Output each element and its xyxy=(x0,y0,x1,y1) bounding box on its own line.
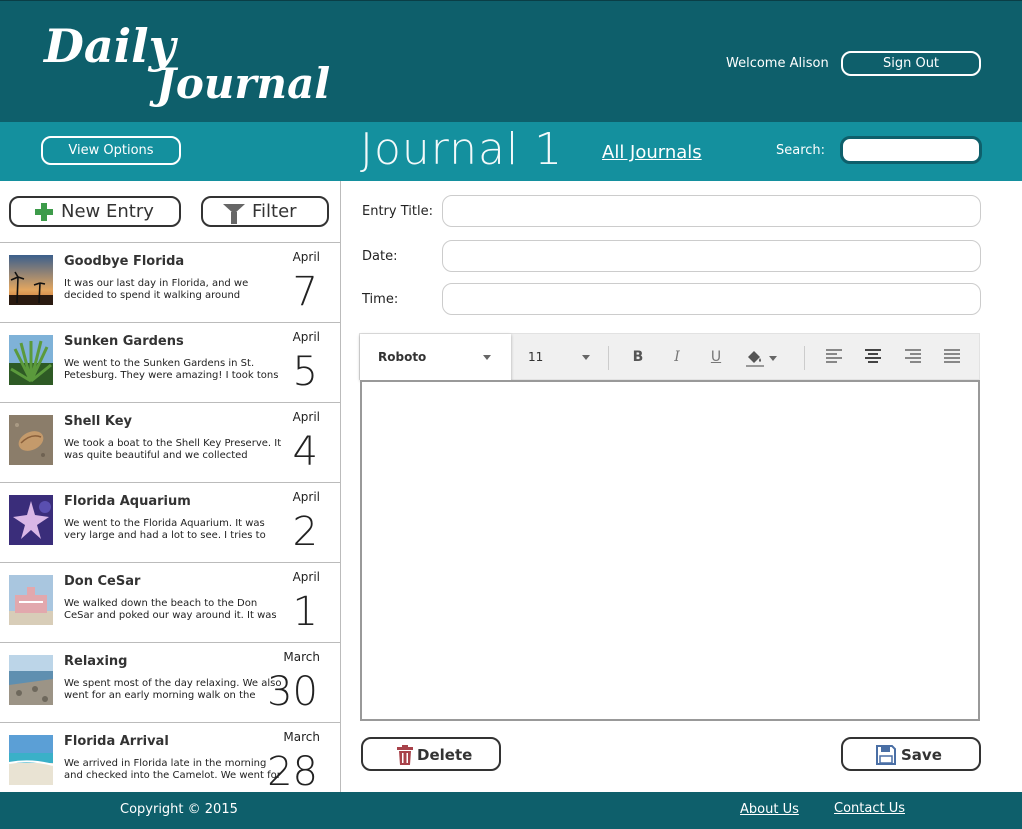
entry-item[interactable]: Sunken Gardens We went to the Sunken Gar… xyxy=(0,322,340,402)
entry-title: Sunken Gardens xyxy=(64,334,184,349)
entry-thumbnail xyxy=(9,255,53,305)
trash-icon xyxy=(397,745,413,765)
entry-month: April xyxy=(292,570,320,584)
entry-item[interactable]: Shell Key We took a boat to the Shell Ke… xyxy=(0,402,340,482)
filter-button[interactable]: Filter xyxy=(201,196,329,227)
save-label: Save xyxy=(901,746,942,764)
entry-item[interactable]: Goodbye Florida It was our last day in F… xyxy=(0,242,340,322)
all-journals-link[interactable]: All Journals xyxy=(602,142,702,163)
font-family-value: Roboto xyxy=(378,350,427,364)
entry-editor-panel: Entry Title: Date: Time: Roboto 11 B I U… xyxy=(342,181,1022,792)
chevron-down-icon xyxy=(582,355,590,360)
about-us-link[interactable]: About Us xyxy=(740,802,799,817)
bold-button[interactable]: B xyxy=(628,348,648,368)
entry-title: Florida Arrival xyxy=(64,734,169,749)
entry-month: April xyxy=(292,410,320,424)
formatting-toolbar: Roboto 11 B I U xyxy=(359,333,980,380)
save-disk-icon xyxy=(876,745,896,765)
entry-month: March xyxy=(283,650,320,664)
entry-title-label: Entry Title: xyxy=(362,204,433,219)
font-family-select[interactable]: Roboto xyxy=(360,334,511,380)
entry-preview: We walked down the beach to the Don CeSa… xyxy=(64,598,277,621)
entry-title: Florida Aquarium xyxy=(64,494,191,509)
entry-item[interactable]: Relaxing We spent most of the day relaxi… xyxy=(0,642,340,722)
view-options-button[interactable]: View Options xyxy=(41,136,181,165)
entry-thumbnail xyxy=(9,575,53,625)
entry-day: 2 xyxy=(292,509,318,555)
entry-title-input[interactable] xyxy=(442,195,981,227)
copyright-text: Copyright © 2015 xyxy=(120,802,238,817)
entry-month: March xyxy=(283,730,320,744)
entry-thumbnail xyxy=(9,735,53,785)
entry-day: 7 xyxy=(292,269,318,315)
app-logo: Daily Journal xyxy=(44,23,330,105)
new-entry-button[interactable]: New Entry xyxy=(9,196,181,227)
toolbar-divider xyxy=(804,346,805,370)
fill-color-button[interactable] xyxy=(745,348,779,368)
entry-preview: It was our last day in Florida, and we d… xyxy=(64,278,249,301)
toolbar-divider xyxy=(608,346,609,370)
entry-day: 28 xyxy=(267,749,318,792)
align-justify-icon[interactable] xyxy=(944,349,960,363)
entry-preview: We took a boat to the Shell Key Preserve… xyxy=(64,438,282,461)
time-input[interactable] xyxy=(442,283,981,315)
entry-month: April xyxy=(292,250,320,264)
app-header: Daily Journal Welcome Alison Sign Out xyxy=(0,0,1022,122)
plus-icon xyxy=(35,203,53,221)
entry-preview: We went to the Florida Aquarium. It was … xyxy=(64,518,266,541)
funnel-icon xyxy=(223,204,245,224)
paint-bucket-icon xyxy=(746,351,777,367)
date-label: Date: xyxy=(362,249,398,264)
chevron-down-icon xyxy=(483,355,491,360)
entry-item[interactable]: Florida Aquarium We went to the Florida … xyxy=(0,482,340,562)
app-footer: Copyright © 2015 About Us Contact Us xyxy=(0,792,1022,829)
save-button[interactable]: Save xyxy=(841,737,981,771)
align-right-icon[interactable] xyxy=(905,349,921,363)
journal-title: Journal 1 xyxy=(360,124,564,175)
delete-label: Delete xyxy=(417,746,473,764)
entry-title: Shell Key xyxy=(64,414,133,429)
entry-item[interactable]: Don CeSar We walked down the beach to th… xyxy=(0,562,340,642)
entry-list: Goodbye Florida It was our last day in F… xyxy=(0,242,340,792)
date-input[interactable] xyxy=(442,240,981,272)
welcome-text: Welcome Alison xyxy=(726,56,829,71)
font-size-value: 11 xyxy=(528,350,544,364)
entry-thumbnail xyxy=(9,415,53,465)
journal-bar: View Options Journal 1 All Journals Sear… xyxy=(0,122,1022,181)
entry-day: 5 xyxy=(292,349,318,395)
align-left-icon[interactable] xyxy=(826,349,842,363)
entry-day: 1 xyxy=(292,589,318,635)
entry-body-editor[interactable] xyxy=(360,380,980,721)
entry-title: Goodbye Florida xyxy=(64,254,185,269)
filter-label: Filter xyxy=(252,201,297,222)
entry-day: 30 xyxy=(267,669,318,715)
underline-button[interactable]: U xyxy=(706,348,726,368)
italic-button[interactable]: I xyxy=(667,348,687,368)
entry-thumbnail xyxy=(9,495,53,545)
entry-month: April xyxy=(292,330,320,344)
logo-line2: Journal xyxy=(156,59,331,108)
entry-preview: We arrived in Florida late in the mornin… xyxy=(64,758,281,781)
sign-out-button[interactable]: Sign Out xyxy=(841,51,981,76)
entry-thumbnail xyxy=(9,655,53,705)
entry-thumbnail xyxy=(9,335,53,385)
entry-preview: We went to the Sunken Gardens in St. Pet… xyxy=(64,358,279,381)
entries-sidebar: New Entry Filter Goodbye Florida It was … xyxy=(0,181,341,792)
entry-day: 4 xyxy=(292,429,318,475)
entry-preview: We spent most of the day relaxing. We al… xyxy=(64,678,282,701)
delete-button[interactable]: Delete xyxy=(361,737,501,771)
entry-title: Relaxing xyxy=(64,654,128,669)
search-input[interactable] xyxy=(840,136,982,164)
entry-item[interactable]: Florida Arrival We arrived in Florida la… xyxy=(0,722,340,792)
align-center-icon[interactable] xyxy=(865,349,881,363)
time-label: Time: xyxy=(362,292,399,307)
font-size-select[interactable]: 11 xyxy=(528,334,608,380)
entry-title: Don CeSar xyxy=(64,574,141,589)
contact-us-link[interactable]: Contact Us xyxy=(834,801,905,816)
entry-month: April xyxy=(292,490,320,504)
new-entry-label: New Entry xyxy=(61,201,154,222)
search-label: Search: xyxy=(776,143,826,158)
